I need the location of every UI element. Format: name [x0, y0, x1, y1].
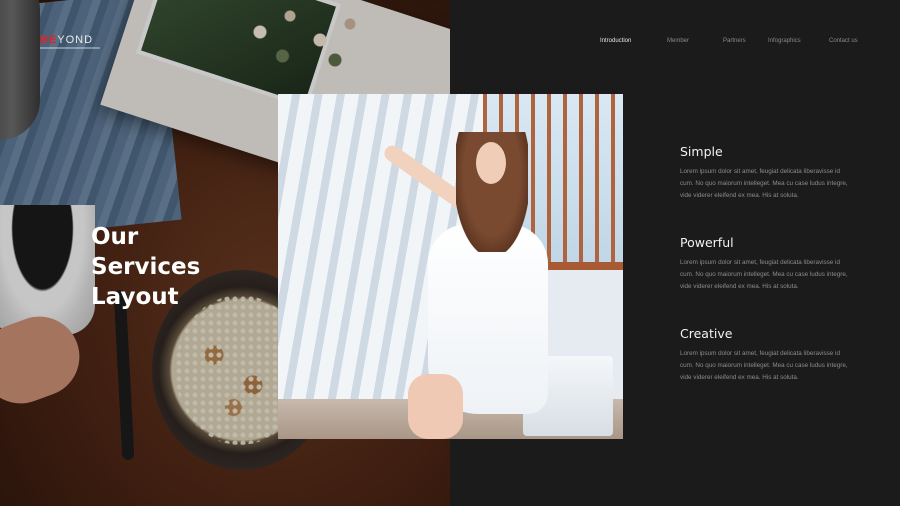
page-title-line-1: Our — [91, 224, 139, 250]
logo-accent-text: BE — [40, 34, 58, 46]
service-block-powerful: Powerful Lorem ipsum dolor sit amet, feu… — [680, 235, 860, 293]
service-block-simple: Simple Lorem ipsum dolor sit amet, feugi… — [680, 144, 860, 202]
logo-text: YOND — [57, 34, 94, 46]
service-title: Powerful — [680, 235, 734, 250]
nav-item-introduction[interactable]: Introduction — [600, 38, 631, 44]
nav-item-infographics[interactable]: Infographics — [768, 38, 801, 44]
logo[interactable]: BE YOND — [40, 34, 100, 50]
page-title: Our Services Layout — [91, 222, 261, 312]
legs-shape — [408, 374, 463, 439]
service-description: Lorem ipsum dolor sit amet, feugiat deli… — [680, 259, 848, 290]
nav-item-partners[interactable]: Partners — [723, 38, 746, 44]
nav-item-member[interactable]: Member — [667, 38, 689, 44]
logo-underline — [40, 47, 100, 49]
service-title: Creative — [680, 326, 733, 341]
top-navigation: Introduction Member Partners Infographic… — [600, 38, 880, 48]
nav-item-contact-us[interactable]: Contact us — [829, 38, 858, 44]
page-title-line-2: Services — [91, 254, 201, 280]
service-description: Lorem ipsum dolor sit amet, feugiat deli… — [680, 168, 848, 199]
face-shape — [476, 142, 506, 184]
service-description: Lorem ipsum dolor sit amet, feugiat deli… — [680, 350, 848, 381]
page-title-line-3: Layout — [91, 284, 179, 310]
service-block-creative: Creative Lorem ipsum dolor sit amet, feu… — [680, 326, 860, 384]
service-title: Simple — [680, 144, 723, 159]
feature-photo-woman — [278, 94, 623, 439]
